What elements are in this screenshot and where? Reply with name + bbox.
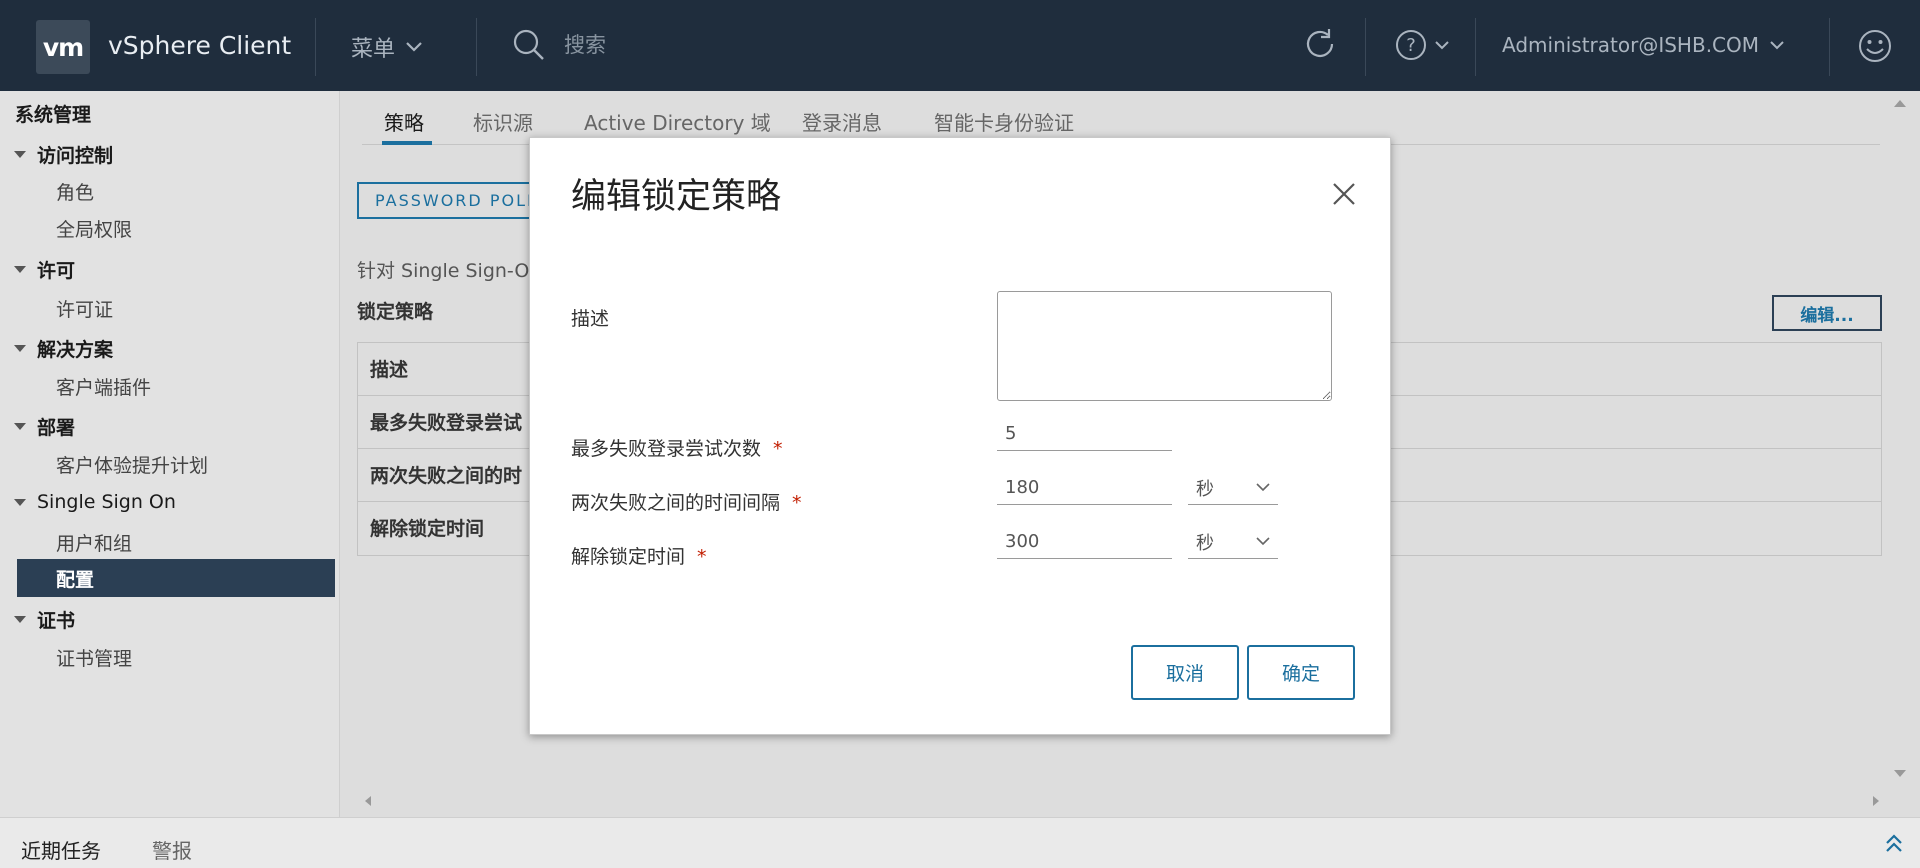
- interval-input[interactable]: [997, 471, 1172, 505]
- unlock-unit-value: 秒: [1196, 532, 1214, 554]
- unlock-time-label: 解除锁定时间 *: [571, 546, 707, 568]
- interval-label: 两次失败之间的时间间隔 *: [571, 492, 802, 514]
- interval-unit-value: 秒: [1196, 478, 1214, 500]
- close-icon[interactable]: [1330, 180, 1358, 208]
- max-attempts-input[interactable]: [997, 417, 1172, 451]
- ok-button[interactable]: 确定: [1247, 645, 1355, 700]
- dialog-title: 编辑锁定策略: [571, 177, 782, 217]
- required-mark: *: [697, 546, 707, 568]
- edit-lockout-policy-dialog: 编辑锁定策略 描述 最多失败登录尝试次数* 两次失败之间的时间间隔* 秒 解除锁…: [529, 137, 1391, 735]
- required-mark: *: [773, 438, 783, 460]
- unlock-time-input[interactable]: [997, 525, 1172, 559]
- chevron-down-icon: [1256, 483, 1270, 492]
- max-attempts-label: 最多失败登录尝试次数 *: [571, 438, 783, 460]
- cancel-button[interactable]: 取消: [1131, 645, 1239, 700]
- interval-unit-select[interactable]: 秒: [1188, 471, 1278, 505]
- unlock-unit-select[interactable]: 秒: [1188, 525, 1278, 559]
- required-mark: *: [792, 492, 802, 514]
- description-textarea[interactable]: [997, 291, 1332, 401]
- description-label: 描述: [571, 308, 610, 330]
- chevron-down-icon: [1256, 537, 1270, 546]
